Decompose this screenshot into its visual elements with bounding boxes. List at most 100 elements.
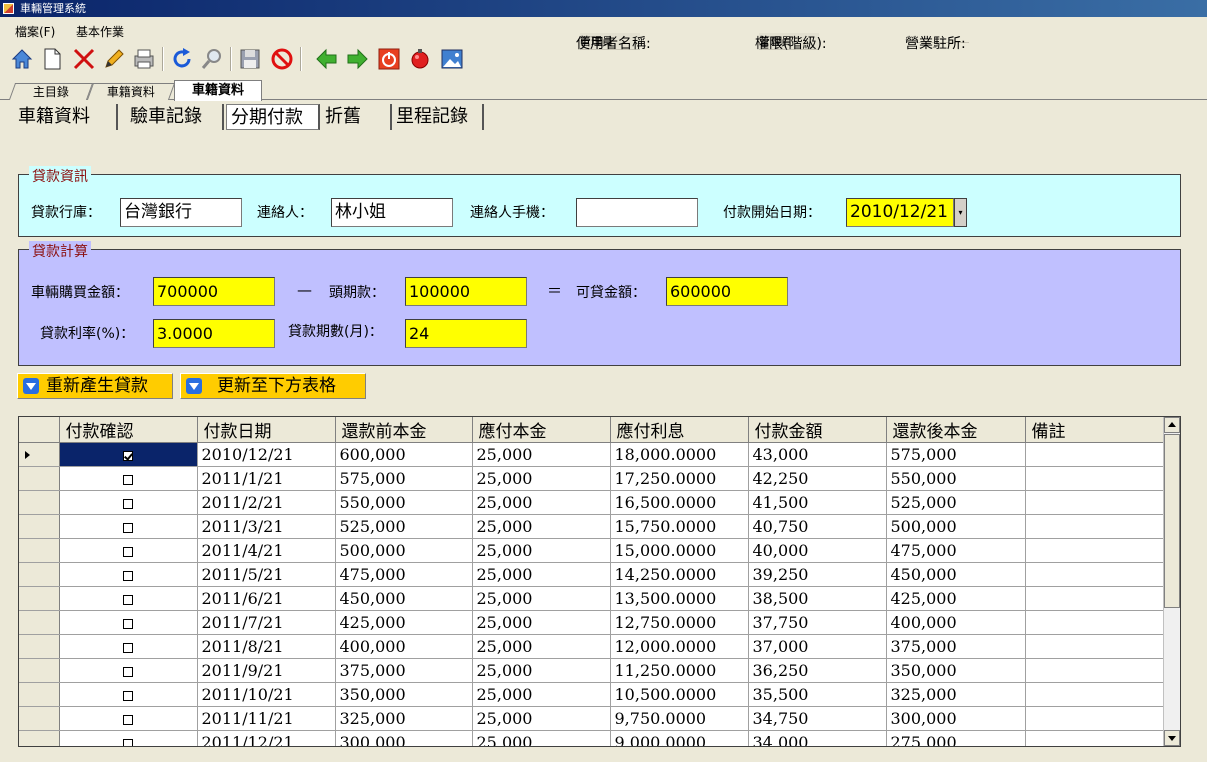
table-row[interactable]: 2010/12/21 600,000 25,000 18,000.0000 43,000… [19,442,1164,467]
tab-inspection-records[interactable]: 驗車記錄 [126,104,224,130]
rate-field[interactable]: 3.0000 [153,319,275,348]
save-icon[interactable] [236,45,264,73]
tab-vehicle-data-1[interactable]: 車籍資料 [86,83,176,100]
date-cell[interactable]: 2011/3/21 [197,514,336,539]
confirm-cell[interactable] [59,682,198,707]
periods-field[interactable]: 24 [405,319,527,348]
principal-cell[interactable]: 25,000 [472,466,611,491]
note-cell[interactable] [1025,706,1164,731]
after-cell[interactable]: 325,000 [886,682,1026,707]
note-cell[interactable] [1025,586,1164,611]
interest-cell[interactable]: 18,000.0000 [610,442,749,467]
scroll-down-icon[interactable] [1164,730,1180,746]
price-field[interactable]: 700000 [153,277,275,306]
date-cell[interactable]: 2011/6/21 [197,586,336,611]
col-header-payment[interactable]: 付款金額 [748,417,887,443]
mobile-field[interactable] [576,198,698,227]
payment-confirm-checkbox[interactable] [123,714,133,725]
table-row[interactable]: 2011/9/21 375,000 25,000 11,250.0000 36,250 3… [19,658,1164,683]
col-header-principal[interactable]: 應付本金 [472,417,611,443]
principal-cell[interactable]: 25,000 [472,610,611,635]
interest-cell[interactable]: 13,500.0000 [610,586,749,611]
confirm-cell[interactable] [59,442,198,467]
payment-cell[interactable]: 43,000 [748,442,887,467]
tab-vehicle-data-2[interactable]: 車籍資料 [174,80,262,101]
row-header[interactable] [19,730,60,746]
principal-cell[interactable]: 25,000 [472,490,611,515]
note-cell[interactable] [1025,538,1164,563]
after-cell[interactable]: 400,000 [886,610,1026,635]
tab-main-menu[interactable]: 主目錄 [8,83,94,100]
row-header[interactable] [19,634,60,659]
col-header-interest[interactable]: 應付利息 [610,417,749,443]
before-cell[interactable]: 400,000 [335,634,473,659]
date-cell[interactable]: 2011/11/21 [197,706,336,731]
date-cell[interactable]: 2011/7/21 [197,610,336,635]
table-row[interactable]: 2011/8/21 400,000 25,000 12,000.0000 37,000 3… [19,634,1164,659]
table-row[interactable]: 2011/3/21 525,000 25,000 15,750.0000 40,750 5… [19,514,1164,539]
confirm-cell[interactable] [59,466,198,491]
principal-cell[interactable]: 25,000 [472,658,611,683]
date-dropdown-button[interactable]: ▾ [954,198,967,227]
date-cell[interactable]: 2010/12/21 [197,442,336,467]
payment-confirm-checkbox[interactable] [123,594,133,605]
payment-cell[interactable]: 39,250 [748,562,887,587]
confirm-cell[interactable] [59,514,198,539]
payment-cell[interactable]: 34,750 [748,706,887,731]
table-row[interactable]: 2011/4/21 500,000 25,000 15,000.0000 40,000 4… [19,538,1164,563]
row-header[interactable] [19,490,60,515]
table-row[interactable]: 2011/6/21 450,000 25,000 13,500.0000 38,500 4… [19,586,1164,611]
interest-cell[interactable]: 9,750.0000 [610,706,749,731]
payment-confirm-checkbox[interactable] [123,642,133,653]
image-icon[interactable] [438,45,466,73]
row-header[interactable] [19,442,60,467]
col-header-before[interactable]: 還款前本金 [335,417,473,443]
principal-cell[interactable]: 25,000 [472,730,611,746]
delete-icon[interactable] [70,45,98,73]
confirm-cell[interactable] [59,634,198,659]
before-cell[interactable]: 500,000 [335,538,473,563]
contact-field[interactable]: 林小姐 [331,198,453,227]
interest-cell[interactable]: 12,000.0000 [610,634,749,659]
table-row[interactable]: 2011/5/21 475,000 25,000 14,250.0000 39,250 4… [19,562,1164,587]
before-cell[interactable]: 550,000 [335,490,473,515]
principal-cell[interactable]: 25,000 [472,442,611,467]
loanable-field[interactable]: 600000 [666,277,788,306]
payment-cell[interactable]: 38,500 [748,586,887,611]
interest-cell[interactable]: 14,250.0000 [610,562,749,587]
payment-confirm-checkbox[interactable] [123,498,133,509]
payment-confirm-checkbox[interactable] [123,618,133,629]
print-icon[interactable] [130,45,158,73]
after-cell[interactable]: 475,000 [886,538,1026,563]
payment-cell[interactable]: 40,750 [748,514,887,539]
payment-confirm-checkbox[interactable] [123,666,133,677]
row-header[interactable] [19,466,60,491]
col-header-after[interactable]: 還款後本金 [886,417,1026,443]
col-header-date[interactable]: 付款日期 [197,417,336,443]
before-cell[interactable]: 300,000 [335,730,473,746]
grid-vertical-scrollbar[interactable] [1163,417,1180,746]
menu-basic[interactable]: 基本作業 [76,23,124,40]
interest-cell[interactable]: 12,750.0000 [610,610,749,635]
before-cell[interactable]: 325,000 [335,706,473,731]
cancel-icon[interactable] [268,45,296,73]
home-icon[interactable] [8,45,36,73]
interest-cell[interactable]: 15,750.0000 [610,514,749,539]
row-header[interactable] [19,682,60,707]
before-cell[interactable]: 375,000 [335,658,473,683]
edit-pencil-icon[interactable] [100,45,128,73]
payment-cell[interactable]: 37,750 [748,610,887,635]
row-header[interactable] [19,658,60,683]
tab-mileage[interactable]: 里程記錄 [390,104,484,130]
payment-confirm-checkbox[interactable] [123,570,133,581]
date-cell[interactable]: 2011/10/21 [197,682,336,707]
start-date-field[interactable]: 2010/12/21 [846,198,954,227]
col-header-note[interactable]: 備註 [1025,417,1164,443]
after-cell[interactable]: 275,000 [886,730,1026,746]
payment-confirm-checkbox[interactable] [123,522,133,533]
date-cell[interactable]: 2011/5/21 [197,562,336,587]
confirm-cell[interactable] [59,658,198,683]
payment-confirm-checkbox[interactable] [123,738,133,746]
interest-cell[interactable]: 16,500.0000 [610,490,749,515]
scroll-thumb[interactable] [1164,434,1180,608]
